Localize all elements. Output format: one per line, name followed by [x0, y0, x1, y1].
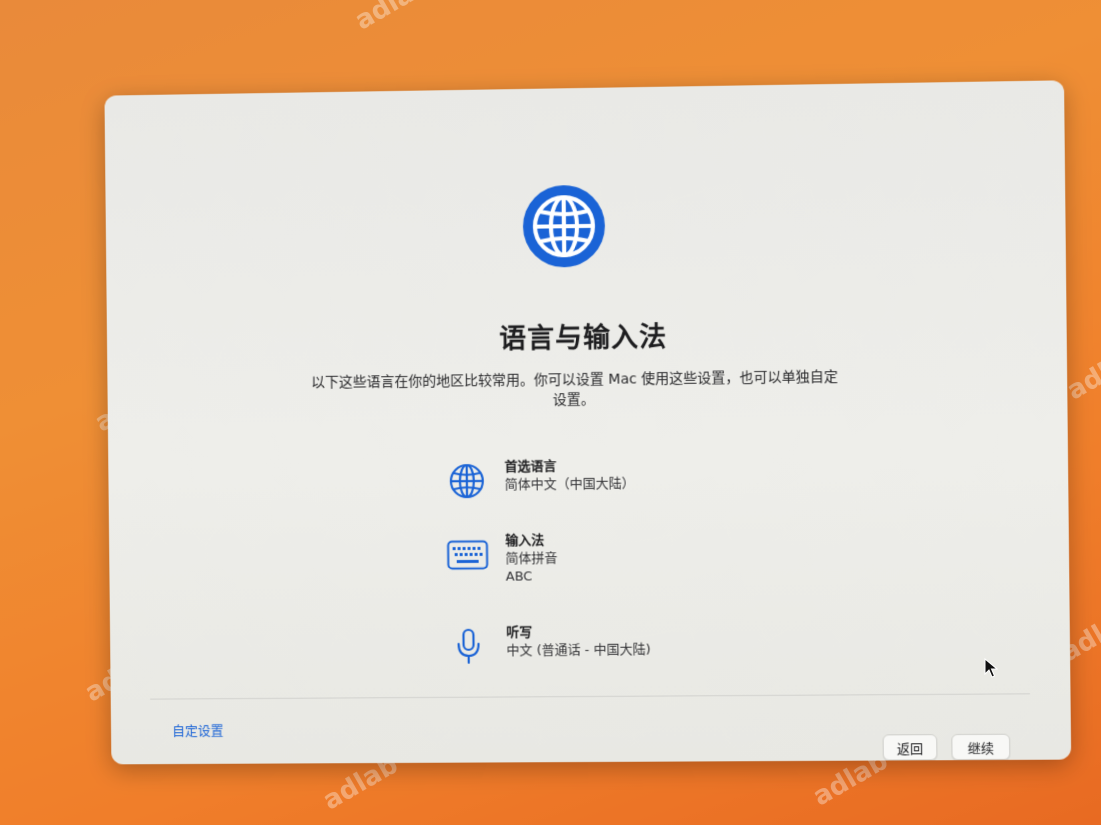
- input-method-value: ABC: [505, 569, 533, 585]
- mouse-pointer-icon: [984, 658, 998, 678]
- dictation-value: 中文 (普通话 - 中国大陆): [506, 642, 651, 659]
- setting-dictation: 听写 中文 (普通话 - 中国大陆): [446, 624, 651, 667]
- customize-settings-link[interactable]: 自定设置: [172, 720, 223, 739]
- setting-input-method: 输入法 简体拼音 ABC: [445, 532, 558, 587]
- continue-button[interactable]: 继续: [951, 733, 1011, 761]
- globe-icon: [449, 463, 485, 499]
- dictation-label: 听写: [506, 625, 533, 641]
- setting-preferred-language: 首选语言 简体中文（中国大陆）: [445, 458, 635, 502]
- keyboard-icon: [447, 540, 489, 570]
- footer-divider: [150, 693, 1030, 700]
- microphone-icon: [454, 628, 482, 666]
- preferred-language-label: 首选语言: [504, 459, 557, 475]
- globe-icon: [523, 185, 605, 268]
- setup-window: 语言与输入法 以下这些语言在你的地区比较常用。你可以设置 Mac 使用这些设置，…: [104, 80, 1072, 765]
- page-description: 以下这些语言在你的地区比较常用。你可以设置 Mac 使用这些设置，也可以单独自定…: [311, 369, 839, 409]
- preferred-language-value: 简体中文（中国大陆）: [504, 476, 635, 493]
- input-method-value: 简体拼音: [505, 551, 558, 567]
- watermark: adlab: [349, 0, 436, 37]
- watermark: adlab: [1061, 339, 1101, 407]
- back-button[interactable]: 返回: [882, 734, 938, 761]
- input-method-label: 输入法: [505, 533, 545, 549]
- page-title: 语言与输入法: [499, 321, 668, 355]
